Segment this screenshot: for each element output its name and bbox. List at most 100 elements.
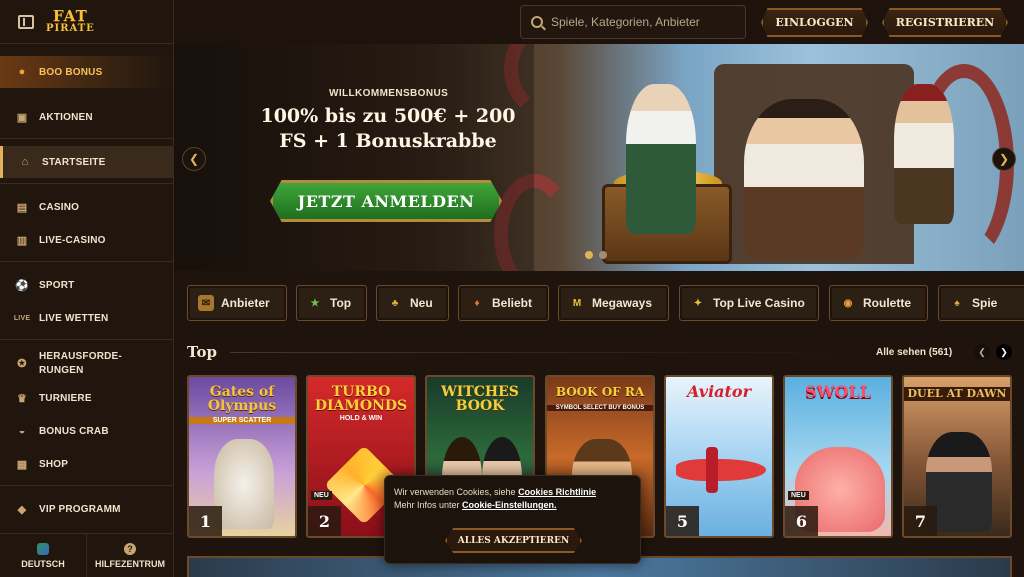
pirate-captain-illustration xyxy=(744,99,864,259)
hero-banner[interactable]: WILLKOMMENSBONUS 100% bis zu 500€ + 200 … xyxy=(174,44,1024,271)
sidebar-item-label: CASINO xyxy=(39,201,80,213)
plane-illustration xyxy=(676,459,766,481)
category-bar: ✉ Anbieter ★ Top ♣ Neu ♦ Beliebt M Megaw… xyxy=(187,285,1024,321)
banner-dot[interactable] xyxy=(599,251,607,259)
sidebar-item-turniere[interactable]: ♛ TURNIERE xyxy=(0,382,173,414)
section-title: Top xyxy=(187,343,217,361)
live-cards-icon: ▥ xyxy=(16,234,28,247)
search-box[interactable] xyxy=(520,5,746,39)
category-label: Anbieter xyxy=(221,296,270,310)
cookie-text-line: Wir verwenden Cookies, siehe Cookies Ric… xyxy=(394,487,596,497)
trophy-icon: ♛ xyxy=(16,392,28,405)
star-icon: ★ xyxy=(310,297,320,309)
section-divider xyxy=(230,352,850,353)
sidebar-item-shop[interactable]: ▦ SHOP xyxy=(0,448,173,480)
chevron-right-icon: ❯ xyxy=(1000,346,1008,357)
help-icon: ? xyxy=(124,542,136,555)
sidebar-footer: DEUTSCH ? HILFEZENTRUM xyxy=(0,533,173,577)
cookie-policy-link[interactable]: Cookies Richtlinie xyxy=(518,487,596,497)
category-chip-beliebt[interactable]: ♦ Beliebt xyxy=(458,285,549,321)
torch-icon: ✦ xyxy=(693,297,703,309)
signup-cta-button[interactable]: JETZT ANMELDEN xyxy=(270,180,502,222)
pirate-woman-illustration xyxy=(626,84,696,234)
category-label: Spie xyxy=(972,296,998,310)
sidebar-item-vip-programm[interactable]: ◆ VIP PROGRAMM xyxy=(0,493,173,525)
cookie-text: Mehr Infos unter xyxy=(394,500,463,510)
game-card[interactable]: Aviator 5 xyxy=(664,375,774,538)
roulette-icon: ◉ xyxy=(843,297,853,309)
category-chip-anbieter[interactable]: ✉ Anbieter xyxy=(187,285,287,321)
fire-icon: ♦ xyxy=(474,297,480,309)
category-chip-top-live-casino[interactable]: ✦ Top Live Casino xyxy=(679,285,819,321)
see-all-link[interactable]: Alle sehen (561) xyxy=(876,347,952,358)
sidebar-item-casino[interactable]: ▤ CASINO xyxy=(0,191,173,223)
game-rank: 6 xyxy=(785,506,818,536)
register-button[interactable]: REGISTRIEREN xyxy=(882,8,1008,37)
sidebar-item-herausforderungen[interactable]: ✪ HERAUSFORDE-RUNGEN xyxy=(0,348,173,380)
category-label: Megaways xyxy=(592,296,653,310)
crab-icon: ◒ xyxy=(18,425,26,437)
bag-icon: ▦ xyxy=(16,458,28,471)
cookie-text: Wir verwenden Cookies, siehe xyxy=(394,487,519,497)
banner-headline-line: FS + 1 Bonuskrabbe xyxy=(279,130,497,152)
sidebar-item-label: TURNIERE xyxy=(39,392,92,404)
logo[interactable]: FAT PIRATE xyxy=(46,9,95,34)
sidebar-item-live-casino[interactable]: ▥ LIVE-CASINO xyxy=(0,224,173,256)
banner-prev-button[interactable]: ❮ xyxy=(182,147,206,171)
game-card[interactable]: Gates of Olympus SUPER SCATTER 1 xyxy=(187,375,297,538)
game-subtitle: HOLD & WIN xyxy=(339,415,383,422)
game-rank: 7 xyxy=(904,506,937,536)
banner-headline-line: 100% bis zu 500€ + 200 xyxy=(260,105,516,127)
category-chip-spiele[interactable]: ♠ Spie xyxy=(938,285,1024,321)
login-button[interactable]: EINLOGGEN xyxy=(761,8,868,37)
game-rank: 2 xyxy=(308,506,341,536)
zeus-illustration xyxy=(214,439,274,529)
accept-cookies-button[interactable]: ALLES AKZEPTIEREN xyxy=(445,528,582,553)
game-title: Gates of Olympus xyxy=(207,384,277,414)
game-subtitle: SUPER SCATTER xyxy=(189,417,295,424)
sidebar-divider xyxy=(0,138,173,139)
language-selector[interactable]: DEUTSCH xyxy=(0,534,87,577)
category-chip-megaways[interactable]: M Megaways xyxy=(558,285,669,321)
sidebar-item-startseite[interactable]: ⌂ STARTSEITE xyxy=(0,146,173,178)
sidebar-item-label: BONUS CRAB xyxy=(39,425,109,437)
sidebar-item-label: LIVE-CASINO xyxy=(39,234,106,246)
cookie-banner: Wir verwenden Cookies, siehe Cookies Ric… xyxy=(384,475,641,564)
game-title: WITCHES BOOK xyxy=(441,384,519,414)
help-center-link[interactable]: ? HILFEZENTRUM xyxy=(87,534,173,577)
game-card[interactable]: SWOLL NEU 6 xyxy=(783,375,893,538)
sidebar-item-label: SHOP xyxy=(39,458,69,470)
sidebar-item-bonus-crab[interactable]: ◒ BONUS CRAB xyxy=(0,415,173,447)
sidebar-item-boo-bonus[interactable]: ● BOO BONUS xyxy=(0,56,173,88)
new-badge: NEU xyxy=(311,491,332,500)
game-title: TURBO DIAMONDS xyxy=(314,384,408,414)
sidebar-item-live-wetten[interactable]: LIVE LIVE WETTEN xyxy=(0,302,173,334)
game-icon: ♠ xyxy=(954,297,960,309)
live-badge-icon: LIVE xyxy=(13,314,31,322)
sidebar-item-aktionen[interactable]: ▣ AKTIONEN xyxy=(0,101,173,133)
scroll-icon: ✉ xyxy=(198,295,214,311)
banner-pagination xyxy=(585,251,607,259)
sidebar-toggle-icon[interactable] xyxy=(18,14,34,29)
sidebar-item-label: LIVE WETTEN xyxy=(39,312,109,324)
banner-dot[interactable] xyxy=(585,251,593,259)
sidebar-item-sport[interactable]: ⚽ SPORT xyxy=(0,269,173,301)
game-subtitle: SYMBOL SELECT BUY BONUS xyxy=(547,405,653,411)
category-chip-top[interactable]: ★ Top xyxy=(296,285,367,321)
soccer-ball-icon: ⚽ xyxy=(15,279,29,292)
medal-icon: ✪ xyxy=(17,358,27,370)
category-chip-roulette[interactable]: ◉ Roulette xyxy=(829,285,928,321)
game-card[interactable]: DUEL AT DAWN 7 xyxy=(902,375,1012,538)
category-label: Top xyxy=(330,296,352,310)
games-next-button[interactable]: ❯ xyxy=(996,344,1012,360)
category-chip-neu[interactable]: ♣ Neu xyxy=(376,285,449,321)
sidebar-item-label: VIP PROGRAMM xyxy=(39,503,121,515)
category-label: Roulette xyxy=(863,296,911,310)
games-prev-button[interactable]: ❮ xyxy=(974,344,990,360)
banner-next-button[interactable]: ❯ xyxy=(992,147,1016,171)
banner-eyebrow: WILLKOMMENSBONUS xyxy=(329,88,449,99)
pumpkin-icon: ● xyxy=(18,66,26,78)
sidebar-divider xyxy=(0,183,173,184)
cookie-settings-link[interactable]: Cookie-Einstellungen. xyxy=(462,500,557,510)
search-input[interactable] xyxy=(551,15,731,29)
